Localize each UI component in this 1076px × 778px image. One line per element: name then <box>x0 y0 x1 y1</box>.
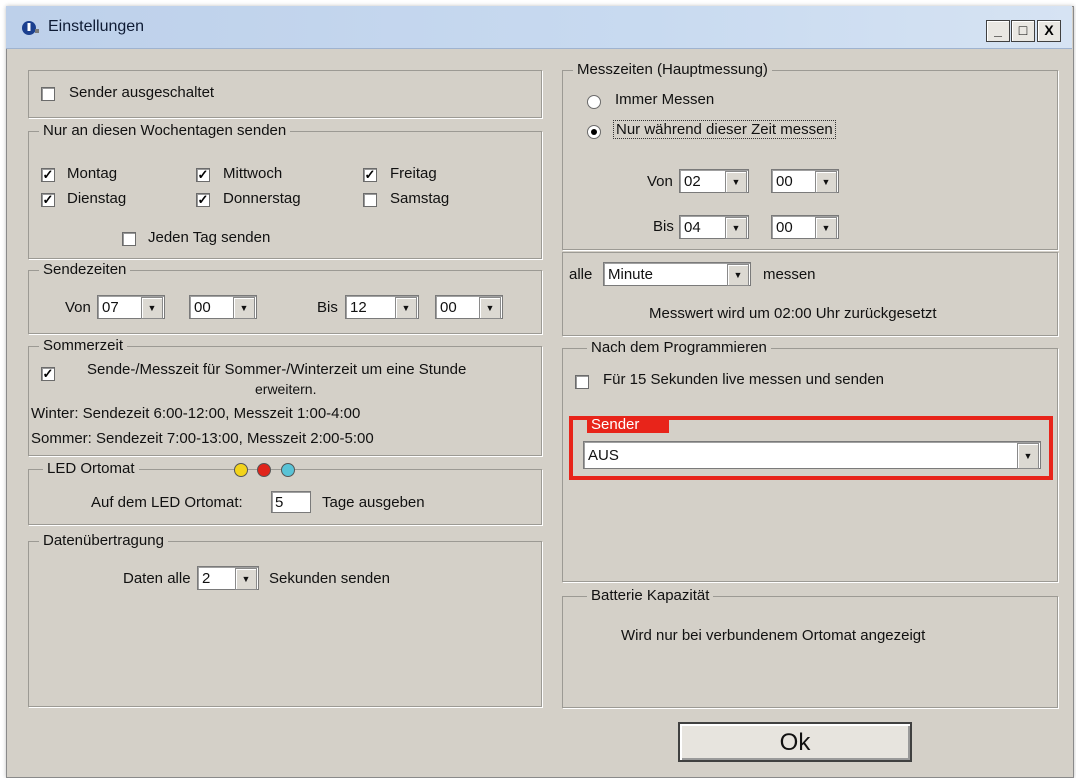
data-transfer-group: Datenübertragung Daten alle 2 ▼ Sekunden … <box>28 533 542 707</box>
chevron-down-icon: ▼ <box>235 568 257 590</box>
interval-suffix: messen <box>763 266 816 283</box>
monday-checkbox[interactable]: ✓ <box>41 168 55 182</box>
friday-checkbox[interactable]: ✓ <box>363 168 377 182</box>
tuesday-label: Dienstag <box>67 190 127 207</box>
data-transfer-legend: Datenübertragung <box>39 533 168 549</box>
data-transfer-suffix: Sekunden senden <box>269 570 390 587</box>
always-measure-label: Immer Messen <box>615 91 715 108</box>
thursday-checkbox[interactable]: ✓ <box>196 193 210 207</box>
send-from-label: Von <box>65 299 91 316</box>
every-day-checkbox[interactable] <box>122 232 136 246</box>
led-days-label: Auf dem LED Ortomat: <box>91 494 243 511</box>
sender-off-label: Sender ausgeschaltet <box>69 84 215 101</box>
send-to-hour-select[interactable]: 12 ▼ <box>345 295 419 319</box>
data-transfer-prefix: Daten alle <box>123 570 191 587</box>
interval-prefix: alle <box>569 266 593 283</box>
measure-from-hour-select[interactable]: 02 ▼ <box>679 169 749 193</box>
measure-from-minute-select[interactable]: 00 ▼ <box>771 169 839 193</box>
send-to-label: Bis <box>317 299 338 316</box>
chevron-down-icon: ▼ <box>725 217 747 239</box>
after-programming-legend: Nach dem Programmieren <box>587 340 771 356</box>
summer-time-description-2: erweitern. <box>255 381 317 397</box>
live-measure-label: Für 15 Sekunden live messen und senden <box>603 371 885 388</box>
measure-to-minute-select[interactable]: 00 ▼ <box>771 215 839 239</box>
app-icon <box>22 21 39 35</box>
always-measure-radio[interactable] <box>587 95 601 109</box>
weekdays-group: Nur an diesen Wochentagen senden ✓ Monta… <box>28 123 542 259</box>
send-to-minute-select[interactable]: 00 ▼ <box>435 295 503 319</box>
measure-times-group: Messzeiten (Hauptmessung) Immer Messen N… <box>562 62 1058 250</box>
timed-measure-label: Nur während dieser Zeit messen <box>613 120 836 139</box>
summer-times-text: Sommer: Sendezeit 7:00-13:00, Messzeit 2… <box>31 430 374 447</box>
sender-legend: Sender <box>587 416 670 433</box>
close-button[interactable]: X <box>1037 20 1061 42</box>
tuesday-checkbox[interactable]: ✓ <box>41 193 55 207</box>
wednesday-label: Mittwoch <box>223 165 283 182</box>
maximize-button[interactable]: □ <box>1011 20 1035 42</box>
sender-off-checkbox[interactable] <box>41 87 55 101</box>
led-days-input[interactable]: 5 <box>271 491 311 513</box>
wednesday-checkbox[interactable]: ✓ <box>196 168 210 182</box>
window-title: Einstellungen <box>48 18 145 35</box>
red-led-icon <box>257 463 271 477</box>
sender-group: Sender AUS ▼ <box>569 416 1053 480</box>
chevron-down-icon: ▼ <box>141 297 163 319</box>
live-measure-checkbox[interactable] <box>575 375 589 389</box>
thursday-label: Donnerstag <box>223 190 301 207</box>
send-from-minute-select[interactable]: 00 ▼ <box>189 295 257 319</box>
chevron-down-icon: ▼ <box>233 297 255 319</box>
cyan-led-icon <box>281 463 295 477</box>
reset-note: Messwert wird um 02:00 Uhr zurückgesetzt <box>649 305 937 322</box>
saturday-label: Samstag <box>390 190 450 207</box>
summer-time-checkbox[interactable]: ✓ <box>41 367 55 381</box>
minimize-button[interactable]: _ <box>986 20 1010 42</box>
chevron-down-icon: ▼ <box>815 217 837 239</box>
every-day-label: Jeden Tag senden <box>148 229 271 246</box>
send-from-hour-select[interactable]: 07 ▼ <box>97 295 165 319</box>
monday-label: Montag <box>67 165 118 182</box>
chevron-down-icon: ▼ <box>815 171 837 193</box>
chevron-down-icon: ▼ <box>727 264 749 286</box>
winter-times-text: Winter: Sendezeit 6:00-12:00, Messzeit 1… <box>31 405 361 422</box>
measure-to-label: Bis <box>653 218 674 235</box>
led-legend: LED Ortomat <box>43 461 139 477</box>
sender-off-group: Sender ausgeschaltet <box>28 70 542 118</box>
chevron-down-icon: ▼ <box>395 297 417 319</box>
summer-time-legend: Sommerzeit <box>39 338 128 354</box>
title-bar[interactable]: Einstellungen _ □ X <box>6 6 1072 49</box>
led-group: LED Ortomat Auf dem LED Ortomat: 5 Tage … <box>28 461 542 525</box>
chevron-down-icon: ▼ <box>1017 443 1039 469</box>
saturday-checkbox[interactable] <box>363 193 377 207</box>
data-interval-select[interactable]: 2 ▼ <box>197 566 259 590</box>
interval-group: alle Minute ▼ messen Messwert wird um 02:… <box>562 252 1058 336</box>
led-days-suffix: Tage ausgeben <box>322 494 425 511</box>
send-times-group: Sendezeiten Von 07 ▼ 00 ▼ Bis 12 ▼ 00 ▼ <box>28 262 542 334</box>
friday-label: Freitag <box>390 165 437 182</box>
battery-legend: Batterie Kapazität <box>587 588 714 604</box>
interval-select[interactable]: Minute ▼ <box>603 262 751 286</box>
weekdays-legend: Nur an diesen Wochentagen senden <box>39 123 291 139</box>
summer-time-group: Sommerzeit ✓ Sende-/Messzeit für Sommer-… <box>28 338 542 456</box>
measure-from-label: Von <box>647 173 673 190</box>
chevron-down-icon: ▼ <box>479 297 501 319</box>
chevron-down-icon: ▼ <box>725 171 747 193</box>
ok-button[interactable]: Ok <box>678 722 912 762</box>
sender-select[interactable]: AUS ▼ <box>583 441 1041 469</box>
measure-times-legend: Messzeiten (Hauptmessung) <box>573 62 772 78</box>
battery-group: Batterie Kapazität Wird nur bei verbunde… <box>562 588 1058 708</box>
battery-note: Wird nur bei verbundenem Ortomat angezei… <box>621 627 926 644</box>
yellow-led-icon <box>234 463 248 477</box>
summer-time-description-1: Sende-/Messzeit für Sommer-/Winterzeit u… <box>87 361 467 378</box>
timed-measure-radio[interactable] <box>587 125 601 139</box>
send-times-legend: Sendezeiten <box>39 262 131 278</box>
measure-to-hour-select[interactable]: 04 ▼ <box>679 215 749 239</box>
